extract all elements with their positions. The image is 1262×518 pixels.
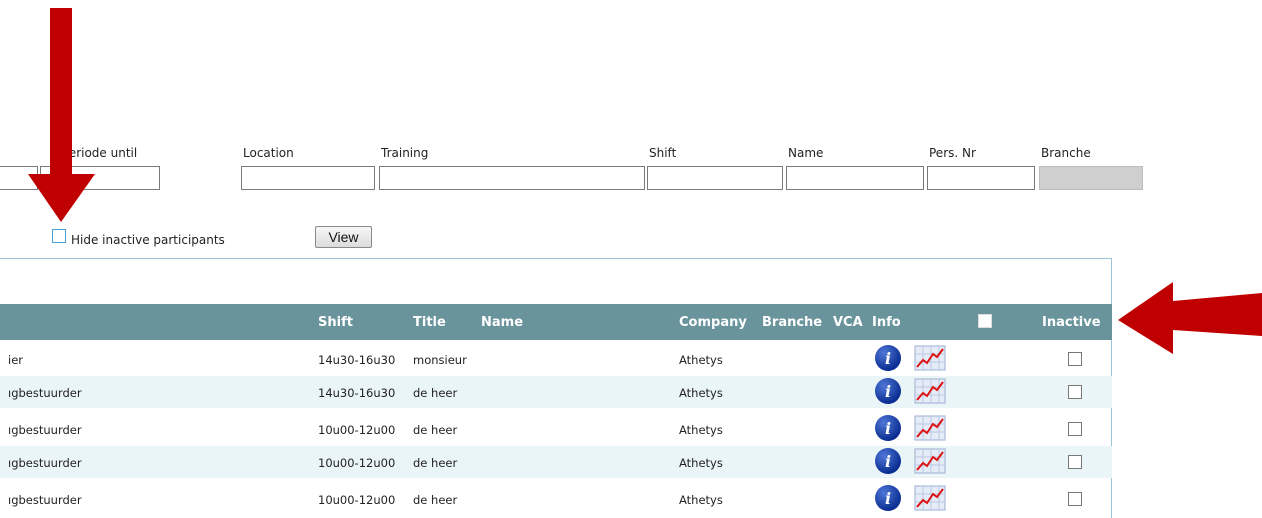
- down-arrow-annotation: [28, 8, 95, 222]
- annotation-arrows: [28, 8, 1262, 354]
- left-arrow-annotation: [1118, 282, 1262, 354]
